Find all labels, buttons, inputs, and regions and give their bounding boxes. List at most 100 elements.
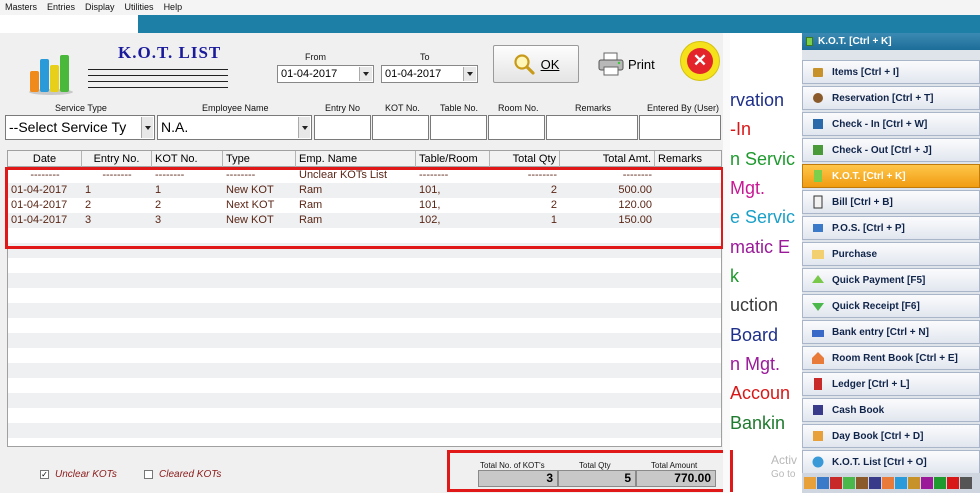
toolbar-shortcut-icon[interactable] — [856, 477, 868, 489]
side-nav-label: K.O.T. List [Ctrl + O] — [832, 456, 927, 468]
title-underline — [88, 75, 228, 76]
col-date[interactable]: Date — [8, 151, 82, 167]
side-nav-check-in[interactable]: Check - In [Ctrl + W] — [802, 112, 980, 136]
toolbar-shortcut-icon[interactable] — [843, 477, 855, 489]
col-kot-no[interactable]: KOT No. — [152, 151, 223, 167]
col-total-qty[interactable]: Total Qty — [490, 151, 560, 167]
title-band — [138, 15, 980, 33]
toolbar-shortcut-icon[interactable] — [830, 477, 842, 489]
checkbox-checked-icon[interactable]: ✓ — [40, 470, 49, 479]
toolbar-shortcut-icon[interactable] — [947, 477, 959, 489]
table-no-input[interactable] — [430, 115, 487, 140]
ok-label: OK — [540, 56, 560, 72]
side-nav-cash-book[interactable]: Cash Book — [802, 398, 980, 422]
col-remarks[interactable]: Remarks — [655, 151, 721, 167]
toolbar-shortcut-icon[interactable] — [804, 477, 816, 489]
from-date-picker[interactable]: 01-04-2017 — [277, 65, 374, 83]
entry-no-header: Entry No — [325, 103, 361, 113]
pos-icon — [813, 224, 823, 232]
bg-line: n Mgt. — [730, 354, 781, 374]
menu-entries[interactable]: Entries — [42, 0, 80, 15]
print-button[interactable]: Print — [598, 47, 668, 81]
cash-book-icon — [813, 405, 823, 415]
remarks-input[interactable] — [546, 115, 638, 140]
side-nav-header[interactable]: K.O.T. [Ctrl + K] — [802, 33, 980, 50]
empty-row — [8, 318, 721, 333]
bank-entry-icon — [812, 330, 824, 337]
activation-watermark: Activ — [771, 453, 798, 467]
close-icon: ✕ — [687, 48, 713, 74]
from-label: From — [305, 52, 326, 62]
menu-help[interactable]: Help — [159, 0, 188, 15]
side-nav-reservation[interactable]: Reservation [Ctrl + T] — [802, 86, 980, 110]
toolbar-shortcut-icon[interactable] — [817, 477, 829, 489]
side-nav-label: P.O.S. [Ctrl + P] — [832, 222, 905, 234]
side-nav-bank-entry[interactable]: Bank entry [Ctrl + N] — [802, 320, 980, 344]
side-nav-label: Cash Book — [832, 404, 885, 416]
side-nav-day-book[interactable]: Day Book [Ctrl + D] — [802, 424, 980, 448]
chevron-down-icon[interactable] — [298, 117, 310, 138]
toolbar-shortcut-icon[interactable] — [908, 477, 920, 489]
side-nav-pos[interactable]: P.O.S. [Ctrl + P] — [802, 216, 980, 240]
side-nav-quick-receipt[interactable]: Quick Receipt [F6] — [802, 294, 980, 318]
service-type-select[interactable]: --Select Service Ty — [5, 115, 155, 140]
entered-by-input[interactable] — [639, 115, 721, 140]
menu-masters[interactable]: Masters — [0, 0, 42, 15]
side-nav-label: Bank entry [Ctrl + N] — [832, 326, 929, 338]
remarks-header: Remarks — [575, 103, 612, 113]
chevron-down-icon[interactable] — [359, 67, 372, 81]
ok-button[interactable]: OK — [493, 45, 579, 83]
menu-display[interactable]: Display — [80, 0, 120, 15]
side-nav-room-rent-book[interactable]: Room Rent Book [Ctrl + E] — [802, 346, 980, 370]
side-nav-purchase[interactable]: Purchase — [802, 242, 980, 266]
toolbar-shortcut-icon[interactable] — [895, 477, 907, 489]
col-total-amt[interactable]: Total Amt. — [560, 151, 655, 167]
chevron-down-icon[interactable] — [141, 117, 153, 138]
side-nav-label: Purchase — [832, 248, 878, 260]
side-nav-kot-list[interactable]: K.O.T. List [Ctrl + O] — [802, 450, 980, 474]
menubar: Masters Entries Display Utilities Help — [0, 0, 980, 15]
room-no-input[interactable] — [488, 115, 545, 140]
col-type[interactable]: Type — [223, 151, 296, 167]
cleared-kots-checkbox[interactable]: Cleared KOTs — [144, 469, 221, 480]
employee-name-select[interactable]: N.A. — [157, 115, 312, 140]
toolbar-shortcut-icon[interactable] — [934, 477, 946, 489]
side-nav-quick-payment[interactable]: Quick Payment [F5] — [802, 268, 980, 292]
bg-line: k — [730, 266, 739, 286]
quick-payment-icon — [812, 275, 824, 283]
side-nav-items[interactable]: Items [Ctrl + I] — [802, 60, 980, 84]
col-entry-no[interactable]: Entry No. — [82, 151, 152, 167]
side-nav-footer-toolbar — [802, 473, 980, 493]
close-button[interactable]: ✕ — [680, 41, 720, 81]
bg-line: Board — [730, 325, 779, 345]
title-band-left — [0, 15, 138, 33]
side-nav-bill[interactable]: Bill [Ctrl + B] — [802, 190, 980, 214]
unclear-kots-checkbox[interactable]: ✓ Unclear KOTs — [40, 469, 117, 480]
printer-icon — [598, 52, 624, 76]
kot-no-input[interactable] — [372, 115, 429, 140]
side-nav-label: Items [Ctrl + I] — [832, 66, 899, 78]
side-nav-check-out[interactable]: Check - Out [Ctrl + J] — [802, 138, 980, 162]
form-scrollbar[interactable] — [723, 33, 730, 493]
empty-row — [8, 273, 721, 288]
toolbar-shortcut-icon[interactable] — [960, 477, 972, 489]
side-nav-kot[interactable]: K.O.T. [Ctrl + K] — [802, 164, 980, 188]
empty-row — [8, 348, 721, 363]
menu-utilities[interactable]: Utilities — [120, 0, 159, 15]
chevron-down-icon[interactable] — [463, 67, 476, 81]
kot-no-header: KOT No. — [385, 103, 420, 113]
side-nav-ledger[interactable]: Ledger [Ctrl + L] — [802, 372, 980, 396]
toolbar-shortcut-icon[interactable] — [921, 477, 933, 489]
side-nav-label: Quick Receipt [F6] — [832, 300, 920, 312]
checkbox-empty-icon[interactable] — [144, 470, 153, 479]
bg-line: Mgt. — [730, 178, 766, 198]
toolbar-shortcut-icon[interactable] — [882, 477, 894, 489]
entry-no-input[interactable] — [314, 115, 371, 140]
form-title: K.O.T. LIST — [118, 43, 222, 62]
to-date-value: 01-04-2017 — [385, 68, 442, 80]
toolbar-shortcut-icon[interactable] — [869, 477, 881, 489]
col-table-room[interactable]: Table/Room — [416, 151, 490, 167]
bg-line: matic E — [730, 237, 791, 257]
col-emp-name[interactable]: Emp. Name — [296, 151, 416, 167]
to-date-picker[interactable]: 01-04-2017 — [381, 65, 478, 83]
